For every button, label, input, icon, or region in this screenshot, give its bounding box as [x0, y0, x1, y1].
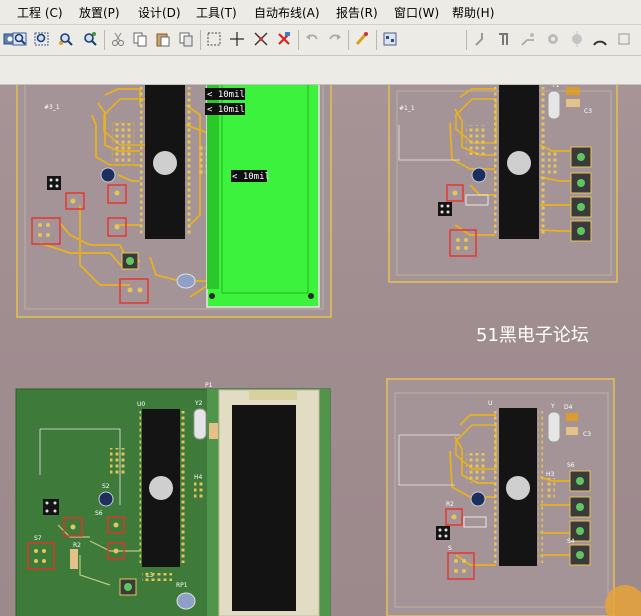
- clearance-note: < 10mil: [207, 105, 245, 115]
- toolbar-separator: [200, 30, 201, 50]
- cross-probe-icon[interactable]: [354, 31, 370, 47]
- pcb-view: U1 < 10mil < 10mil: [15, 85, 641, 616]
- menu-reports[interactable]: 报告(R): [336, 4, 378, 21]
- menu-window[interactable]: 窗口(W): [394, 4, 439, 21]
- paste-icon[interactable]: [155, 31, 171, 47]
- label: S7: [34, 535, 42, 542]
- toolbar-separator: [466, 30, 467, 50]
- pcb-board-3[interactable]: U0 Y2 H4 P1 S2 S6 R2 S7 L3 RP1: [15, 382, 331, 616]
- zoom-filtered-icon[interactable]: [58, 31, 74, 47]
- place-via-icon[interactable]: [545, 31, 561, 47]
- menu-help[interactable]: 帮助(H): [452, 4, 494, 21]
- toolbar-separator: [376, 30, 377, 50]
- rubber-stamp-icon[interactable]: [178, 31, 194, 47]
- pcb-board-4[interactable]: U Y D4 C3 H3 S6 S4 R2 S: [386, 378, 615, 616]
- clearance-note: < 10mil: [207, 90, 245, 100]
- select-all-icon[interactable]: [253, 31, 269, 47]
- label: U1: [198, 85, 206, 86]
- menu-autoroute[interactable]: 自动布线(A): [254, 4, 320, 21]
- svg-text:#1_1: #1_1: [399, 105, 415, 112]
- menu-project[interactable]: 工程 (C): [17, 4, 63, 21]
- pcb-board-2[interactable]: Y1 C3 #1_1: [388, 85, 618, 283]
- pcb-canvas[interactable]: U1 < 10mil < 10mil: [0, 85, 641, 616]
- interactive-route-icon[interactable]: [520, 31, 536, 47]
- label: H3: [546, 471, 555, 478]
- place-arc-icon[interactable]: [592, 31, 608, 47]
- label: H4: [194, 474, 203, 481]
- secondary-toolbar: [0, 56, 641, 85]
- lcd-module[interactable]: [206, 85, 320, 308]
- clearance-note: < 10mil: [232, 172, 270, 182]
- label: C3: [583, 431, 591, 438]
- undo-icon[interactable]: [304, 31, 320, 47]
- menu-bar: 工程 (C) 放置(P) 设计(D) 工具(T) 自动布线(A) 报告(R) 窗…: [0, 0, 641, 25]
- label: R2: [73, 542, 81, 549]
- clear-icon[interactable]: [276, 31, 292, 47]
- label: S6: [95, 510, 103, 517]
- label: D4: [564, 404, 573, 411]
- menu-place[interactable]: 放置(P): [79, 4, 120, 21]
- label: R2: [446, 501, 454, 508]
- move-icon[interactable]: [229, 31, 245, 47]
- place-pad-icon[interactable]: [616, 31, 632, 47]
- label: Y: [550, 403, 555, 410]
- menu-tools[interactable]: 工具(T): [196, 4, 237, 21]
- toolbar-separator: [348, 30, 349, 50]
- select-area-icon[interactable]: [206, 31, 222, 47]
- label: Y2: [194, 400, 203, 407]
- label: S: [448, 545, 452, 552]
- main-toolbar: [0, 25, 641, 56]
- label: U0: [137, 401, 145, 408]
- inspector-icon[interactable]: [382, 31, 398, 47]
- route-diff-pair-icon[interactable]: [497, 31, 513, 47]
- menu-design[interactable]: 设计(D): [138, 4, 181, 21]
- label: P1: [205, 382, 213, 389]
- label: S2: [102, 483, 110, 490]
- label: U: [488, 400, 492, 407]
- copy-icon[interactable]: [132, 31, 148, 47]
- label: RP1: [176, 582, 188, 589]
- label: S6: [567, 462, 575, 469]
- zoom-area-icon[interactable]: [12, 31, 28, 47]
- redo-icon[interactable]: [327, 31, 343, 47]
- label: C3: [584, 108, 592, 115]
- toolbar-separator: [104, 30, 105, 50]
- zoom-filtered-icon[interactable]: [82, 31, 98, 47]
- route-track-icon[interactable]: [474, 31, 490, 47]
- watermark-text: 51黑电子论坛: [476, 325, 589, 346]
- label: S4: [567, 538, 575, 545]
- zoom-selected-icon[interactable]: [34, 31, 50, 47]
- cut-icon[interactable]: [110, 31, 126, 47]
- svg-text:#3_1: #3_1: [44, 104, 60, 111]
- pcb-board-1[interactable]: U1 < 10mil < 10mil: [16, 85, 332, 318]
- toolbar-separator: [298, 30, 299, 50]
- place-pad-icon[interactable]: [569, 31, 585, 47]
- label: Y1: [551, 85, 560, 89]
